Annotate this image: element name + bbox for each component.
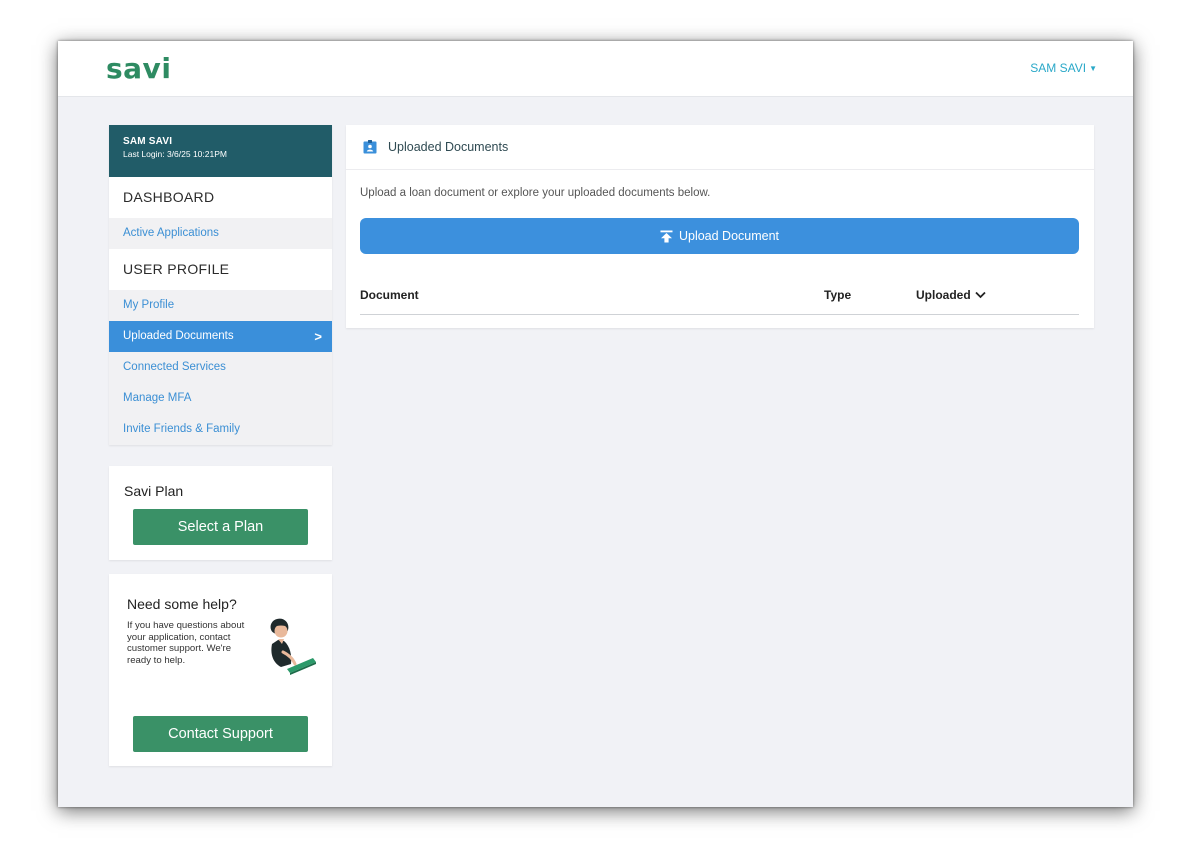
sidebar-item-label: Uploaded Documents: [123, 330, 234, 342]
panel-description: Upload a loan document or explore your u…: [360, 187, 711, 199]
sidebar-item-manage-mfa[interactable]: Manage MFA: [109, 383, 332, 414]
sidebar-item-label: Active Applications: [123, 227, 219, 239]
help-card: Need some help? If you have questions ab…: [109, 574, 332, 766]
user-menu-label: SAM SAVI: [1030, 61, 1087, 75]
savi-plan-card: Savi Plan Select a Plan: [109, 466, 332, 560]
plan-card-title: Savi Plan: [124, 483, 184, 499]
sidebar-user-name: SAM SAVI: [123, 136, 173, 147]
last-login-text: Last Login: 3/6/25 10:21PM: [123, 149, 227, 159]
documents-table-header: Document Type Uploaded: [360, 276, 1079, 315]
help-card-text: If you have questions about your applica…: [127, 620, 245, 666]
section-user-profile: USER PROFILE: [109, 249, 332, 290]
column-header-uploaded[interactable]: Uploaded: [916, 288, 986, 302]
sidebar-item-uploaded-documents[interactable]: Uploaded Documents >: [109, 321, 332, 352]
id-badge-icon: [363, 140, 377, 154]
top-bar: savi SAM SAVI ▼: [58, 41, 1133, 97]
sidebar-item-label: My Profile: [123, 299, 175, 311]
uploaded-documents-panel: Uploaded Documents Upload a loan documen…: [346, 125, 1094, 328]
select-plan-button[interactable]: Select a Plan: [133, 509, 308, 545]
sidebar-user-header: SAM SAVI Last Login: 3/6/25 10:21PM: [109, 125, 332, 177]
user-menu[interactable]: SAM SAVI ▼: [1030, 61, 1097, 75]
sidebar-item-connected-services[interactable]: Connected Services: [109, 352, 332, 383]
panel-title: Uploaded Documents: [388, 140, 509, 154]
sidebar-item-my-profile[interactable]: My Profile: [109, 290, 332, 321]
sidebar-item-label: Invite Friends & Family: [123, 423, 240, 435]
help-card-title: Need some help?: [127, 596, 237, 612]
upload-document-button[interactable]: Upload Document: [360, 218, 1079, 254]
sidebar-nav: SAM SAVI Last Login: 3/6/25 10:21PM DASH…: [109, 125, 332, 445]
column-header-document: Document: [360, 288, 419, 302]
sidebar-item-active-applications[interactable]: Active Applications: [109, 218, 332, 249]
app-window: savi SAM SAVI ▼ SAM SAVI Last Login: 3/6…: [58, 41, 1133, 807]
upload-icon: [660, 230, 673, 242]
contact-support-button[interactable]: Contact Support: [133, 716, 308, 752]
support-agent-illustration: [270, 618, 316, 675]
upload-button-label: Upload Document: [678, 229, 780, 243]
section-dashboard: DASHBOARD: [109, 177, 332, 218]
chevron-right-icon: >: [314, 329, 322, 344]
panel-header: Uploaded Documents: [346, 125, 1094, 170]
sidebar-item-label: Connected Services: [123, 361, 226, 373]
savi-logo[interactable]: savi: [106, 52, 171, 85]
sidebar-item-invite-friends-family[interactable]: Invite Friends & Family: [109, 414, 332, 445]
sort-chevron-down-icon: [975, 291, 986, 299]
caret-down-icon: ▼: [1089, 63, 1097, 73]
sidebar-item-label: Manage MFA: [123, 392, 192, 404]
column-header-uploaded-label: Uploaded: [916, 288, 971, 302]
column-header-type: Type: [824, 288, 852, 302]
